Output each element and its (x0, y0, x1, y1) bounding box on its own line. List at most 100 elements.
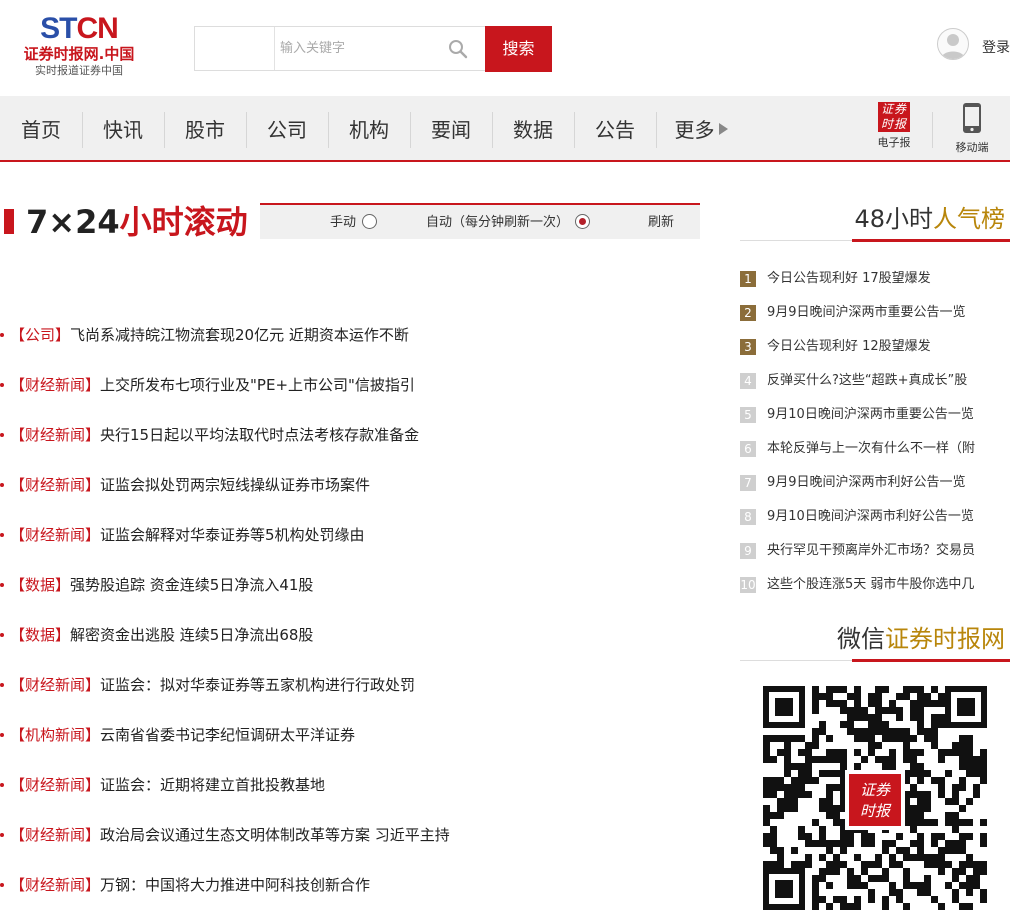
news-category[interactable]: 【财经新闻】 (10, 526, 100, 544)
search-button[interactable]: 搜索 (485, 26, 552, 72)
news-title[interactable]: 强势股追踪 资金连续5日净流入41股 (70, 576, 313, 594)
news-title[interactable]: 解密资金出逃股 连续5日净流出68股 (70, 626, 313, 644)
news-category[interactable]: 【财经新闻】 (10, 426, 100, 444)
ranking-item-title[interactable]: 反弹买什么?这些“超跌+真成长”股 (767, 373, 967, 388)
bullet-icon (0, 483, 4, 487)
ranking-item[interactable]: 1 今日公告现利好 17股望爆发 (740, 266, 1010, 300)
news-category[interactable]: 【公司】 (10, 326, 70, 344)
nav-item-institution[interactable]: 机构 (328, 96, 410, 160)
nav-item-more[interactable]: 更多 (656, 96, 746, 160)
news-category[interactable]: 【财经新闻】 (10, 676, 100, 694)
epaper-icon: 证券 时报 (878, 102, 910, 132)
bullet-icon (0, 883, 4, 887)
ranking-item-title[interactable]: 央行罕见干预离岸外汇市场？交易员 (767, 543, 975, 558)
news-item[interactable]: 【财经新闻】上交所发布七项行业及"PE+上市公司"信披指引 (0, 370, 720, 420)
title-accent-bar (4, 209, 14, 234)
nav-item-company[interactable]: 公司 (246, 96, 328, 160)
bullet-icon (0, 733, 4, 737)
nav-tool-mobile[interactable]: 移动端 (942, 102, 1002, 155)
search-icon[interactable] (448, 39, 468, 59)
page-title-text: 小时滚动 (119, 203, 248, 241)
ranking-item[interactable]: 4 反弹买什么?这些“超跌+真成长”股 (740, 368, 1010, 402)
ranking-item-title[interactable]: 9月9日晚间沪深两市重要公告一览 (767, 305, 966, 320)
news-title[interactable]: 证监会：近期将建立首批投教基地 (100, 776, 325, 794)
rank-badge: 6 (740, 441, 756, 457)
ranking-item[interactable]: 9 央行罕见干预离岸外汇市场？交易员 (740, 538, 1010, 572)
news-title[interactable]: 证监会：拟对华泰证券等五家机构进行行政处罚 (100, 676, 415, 694)
ranking-item[interactable]: 3 今日公告现利好 12股望爆发 (740, 334, 1010, 368)
nav-item-stocks[interactable]: 股市 (164, 96, 246, 160)
ranking-item[interactable]: 8 9月10日晚间沪深两市利好公告一览 (740, 504, 1010, 538)
auto-radio[interactable] (575, 214, 591, 229)
ranking-item-title[interactable]: 今日公告现利好 12股望爆发 (767, 339, 931, 354)
ranking-item-title[interactable]: 本轮反弹与上一次有什么不一样（附 (767, 441, 975, 456)
ranking-item-title[interactable]: 今日公告现利好 17股望爆发 (767, 271, 931, 286)
nav-item-headlines[interactable]: 要闻 (410, 96, 492, 160)
refresh-manual-option[interactable]: 手动 (330, 214, 378, 232)
ranking-list: 1 今日公告现利好 17股望爆发 2 9月9日晚间沪深两市重要公告一览 3 今日公告现… (740, 266, 1010, 606)
nav-divider (932, 112, 933, 148)
news-category[interactable]: 【财经新闻】 (10, 776, 100, 794)
news-title[interactable]: 上交所发布七项行业及"PE+上市公司"信披指引 (100, 376, 415, 394)
wechat-title-underline (852, 659, 1010, 662)
news-item[interactable]: 【财经新闻】万钢：中国将大力推进中阿科技创新合作 (0, 870, 720, 920)
search-scope-select[interactable] (195, 27, 275, 70)
nav-item-flash[interactable]: 快讯 (82, 96, 164, 160)
ranking-item[interactable]: 5 9月10日晚间沪深两市重要公告一览 (740, 402, 1010, 436)
nav-item-announcements[interactable]: 公告 (574, 96, 656, 160)
site-logo[interactable]: STCN 证券时报网.中国 实时报道证券中国 (14, 14, 144, 78)
news-category[interactable]: 【数据】 (10, 626, 70, 644)
news-title[interactable]: 万钢：中国将大力推进中阿科技创新合作 (100, 876, 370, 894)
ranking-item[interactable]: 6 本轮反弹与上一次有什么不一样（附 (740, 436, 1010, 470)
main-nav: 首页 快讯 股市 公司 机构 要闻 数据 公告 更多 证券 时报 电子报 移动端 (0, 96, 1010, 162)
news-item[interactable]: 【公司】飞尚系减持皖江物流套现20亿元 近期资本运作不断 (0, 320, 720, 370)
news-item[interactable]: 【财经新闻】证监会拟处罚两宗短线操纵证券市场案件 (0, 470, 720, 520)
rank-badge: 5 (740, 407, 756, 423)
refresh-button[interactable]: 刷新 (648, 214, 674, 232)
nav-item-data[interactable]: 数据 (492, 96, 574, 160)
bullet-icon (0, 333, 4, 337)
news-category[interactable]: 【财经新闻】 (10, 826, 100, 844)
rank-badge: 1 (740, 271, 756, 287)
news-title[interactable]: 政治局会议通过生态文明体制改革等方案 习近平主持 (100, 826, 450, 844)
rank-badge: 4 (740, 373, 756, 389)
news-category[interactable]: 【机构新闻】 (10, 726, 100, 744)
ranking-item[interactable]: 7 9月9日晚间沪深两市利好公告一览 (740, 470, 1010, 504)
news-item[interactable]: 【数据】解密资金出逃股 连续5日净流出68股 (0, 620, 720, 670)
news-category[interactable]: 【财经新闻】 (10, 476, 100, 494)
rank-badge: 8 (740, 509, 756, 525)
news-item[interactable]: 【机构新闻】云南省省委书记李纪恒调研太平洋证券 (0, 720, 720, 770)
login-link[interactable]: 登录 (982, 37, 1010, 57)
news-item[interactable]: 【财经新闻】证监会：拟对华泰证券等五家机构进行行政处罚 (0, 670, 720, 720)
news-item[interactable]: 【财经新闻】证监会解释对华泰证券等5机构处罚缘由 (0, 520, 720, 570)
news-item[interactable]: 【数据】强势股追踪 资金连续5日净流入41股 (0, 570, 720, 620)
chevron-right-icon (718, 123, 728, 135)
news-title[interactable]: 央行15日起以平均法取代时点法考核存款准备金 (100, 426, 419, 444)
search-input[interactable] (275, 27, 445, 70)
news-category[interactable]: 【财经新闻】 (10, 876, 100, 894)
nav-tool-epaper[interactable]: 证券 时报 电子报 (864, 102, 924, 150)
news-title[interactable]: 云南省省委书记李纪恒调研太平洋证券 (100, 726, 355, 744)
nav-item-home[interactable]: 首页 (0, 96, 82, 160)
bullet-icon (0, 433, 4, 437)
manual-radio[interactable] (362, 214, 378, 229)
refresh-auto-option[interactable]: 自动（每分钟刷新一次） (426, 214, 591, 232)
wechat-title: 微信证券时报网 (837, 625, 1005, 653)
news-category[interactable]: 【数据】 (10, 576, 70, 594)
user-avatar-icon[interactable] (937, 28, 969, 60)
news-item[interactable]: 【财经新闻】政治局会议通过生态文明体制改革等方案 习近平主持 (0, 820, 720, 870)
news-title[interactable]: 证监会拟处罚两宗短线操纵证券市场案件 (100, 476, 370, 494)
bullet-icon (0, 633, 4, 637)
ranking-item[interactable]: 10 这些个股连涨5天 弱市牛股你选中几 (740, 572, 1010, 606)
news-item[interactable]: 【财经新闻】央行15日起以平均法取代时点法考核存款准备金 (0, 420, 720, 470)
ranking-item-title[interactable]: 9月10日晚间沪深两市重要公告一览 (767, 407, 974, 422)
news-title[interactable]: 证监会解释对华泰证券等5机构处罚缘由 (100, 526, 365, 544)
ranking-item-title[interactable]: 这些个股连涨5天 弱市牛股你选中几 (767, 577, 974, 592)
wechat-qr-code: 证券 时报 (763, 686, 987, 910)
ranking-item[interactable]: 2 9月9日晚间沪深两市重要公告一览 (740, 300, 1010, 334)
news-category[interactable]: 【财经新闻】 (10, 376, 100, 394)
ranking-item-title[interactable]: 9月10日晚间沪深两市利好公告一览 (767, 509, 974, 524)
news-title[interactable]: 飞尚系减持皖江物流套现20亿元 近期资本运作不断 (70, 326, 409, 344)
ranking-item-title[interactable]: 9月9日晚间沪深两市利好公告一览 (767, 475, 966, 490)
news-item[interactable]: 【财经新闻】证监会：近期将建立首批投教基地 (0, 770, 720, 820)
